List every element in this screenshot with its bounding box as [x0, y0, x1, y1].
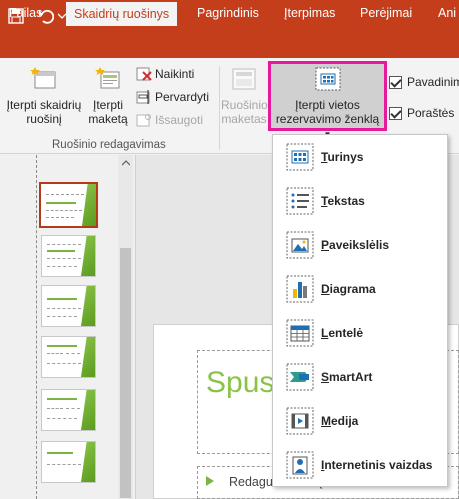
- insert-layout-label-1: Įterpti: [92, 98, 123, 112]
- master-layout-label-1: Ruošinio: [221, 98, 268, 112]
- delete-button[interactable]: Naikinti: [136, 65, 194, 83]
- insert-placeholder-icon: [315, 67, 340, 91]
- insert-placeholder-button[interactable]: Įterpti vietos rezervavimo ženklą ▼: [271, 64, 384, 142]
- rename-icon: [136, 90, 150, 104]
- insert-placeholder-label-1: Įterpti vietos: [295, 98, 360, 112]
- master-layout-label-2: maketas: [221, 112, 267, 126]
- tab-home[interactable]: Pagrindinis: [197, 0, 259, 26]
- tab-slide-master[interactable]: Skaidrių ruošinys: [66, 2, 178, 26]
- menu-item-picture-label: Paveikslėlis: [321, 238, 390, 252]
- menu-item-media-label: Medija: [321, 414, 359, 428]
- content-placeholder-icon: [286, 143, 314, 171]
- thumbnail-hierarchy-line: [36, 155, 37, 499]
- bullet-icon: [206, 476, 214, 486]
- menu-item-text[interactable]: Tekstas: [273, 181, 447, 221]
- menu-item-content-label: Turinys: [321, 150, 364, 164]
- insert-slide-master-icon: [30, 67, 56, 89]
- footers-checkbox-label: Poraštės: [407, 106, 455, 120]
- media-placeholder-icon: [286, 407, 314, 435]
- insert-slide-master-label-2: ruošinį: [26, 112, 62, 126]
- preserve-label: Išsaugoti: [155, 113, 204, 127]
- menu-item-smartart-label: SmartArt: [321, 370, 373, 384]
- master-layout-icon: [232, 68, 256, 90]
- table-placeholder-icon: [286, 319, 314, 347]
- pane-divider[interactable]: [135, 155, 136, 499]
- layout-thumbnail-selected[interactable]: [39, 182, 98, 228]
- insert-slide-master-button[interactable]: Įterpti skaidrių ruošinį: [4, 64, 84, 126]
- menu-item-online-image-label: Internetinis vaizdas: [321, 458, 433, 472]
- title-checkbox[interactable]: Pavadinim: [389, 74, 459, 90]
- menu-item-text-label: Tekstas: [321, 194, 365, 208]
- menu-item-chart[interactable]: Diagrama: [273, 269, 447, 309]
- text-placeholder-icon: [286, 187, 314, 215]
- menu-item-table[interactable]: Lentelė: [273, 313, 447, 353]
- layout-thumbnail[interactable]: [41, 336, 96, 378]
- layout-thumbnail[interactable]: [41, 389, 96, 431]
- menu-item-chart-label: Diagrama: [321, 282, 376, 296]
- footers-checkbox[interactable]: Poraštės: [389, 105, 454, 121]
- layout-thumbnail[interactable]: [41, 235, 96, 277]
- menu-item-media[interactable]: Medija: [273, 401, 447, 441]
- picture-placeholder-icon: [286, 231, 314, 259]
- scroll-up-icon[interactable]: [118, 155, 133, 170]
- tab-transitions[interactable]: Perėjimai: [360, 0, 412, 26]
- layout-thumbnail[interactable]: [41, 441, 96, 483]
- ribbon-separator: [219, 66, 220, 150]
- menu-item-smartart[interactable]: SmartArt: [273, 357, 447, 397]
- rename-button[interactable]: Pervardyti: [136, 88, 209, 106]
- master-layout-button[interactable]: Ruošinio maketas: [221, 64, 268, 126]
- smartart-placeholder-icon: [286, 363, 314, 391]
- preserve-icon: [136, 114, 151, 127]
- chart-placeholder-icon: [286, 275, 314, 303]
- tab-insert[interactable]: Įterpimas: [284, 0, 335, 26]
- scrollbar-thumb[interactable]: [120, 248, 131, 498]
- insert-layout-button[interactable]: Įterpti maketą: [84, 64, 132, 126]
- insert-slide-master-label-1: Įterpti skaidrių: [6, 98, 82, 112]
- online-image-placeholder-icon: [286, 451, 314, 479]
- ribbon-tab-bar: [0, 32, 459, 58]
- menu-item-online-image[interactable]: Internetinis vaizdas: [273, 445, 447, 485]
- delete-label: Naikinti: [155, 67, 195, 81]
- delete-icon: [136, 67, 152, 81]
- title-checkbox-box[interactable]: [389, 75, 402, 89]
- menu-item-picture[interactable]: Paveikslėlis: [273, 225, 447, 265]
- footers-checkbox-box[interactable]: [389, 106, 402, 120]
- title-checkbox-label: Pavadinim: [407, 75, 459, 89]
- menu-item-table-label: Lentelė: [321, 326, 364, 340]
- rename-label: Pervardyti: [155, 90, 210, 104]
- group-label-edit-master: Ruošinio redagavimas: [52, 139, 166, 151]
- tab-animations[interactable]: Ani: [438, 0, 456, 26]
- insert-placeholder-menu: Turinys Tekstas Paveikslėlis Diagrama Le…: [272, 134, 448, 487]
- tab-file[interactable]: Failas: [9, 0, 42, 26]
- preserve-button[interactable]: Išsaugoti: [136, 111, 203, 129]
- insert-layout-label-2: maketą: [88, 112, 128, 126]
- layout-thumbnail[interactable]: [41, 285, 96, 327]
- insert-layout-icon: [95, 67, 120, 89]
- menu-item-content[interactable]: Turinys: [273, 137, 447, 177]
